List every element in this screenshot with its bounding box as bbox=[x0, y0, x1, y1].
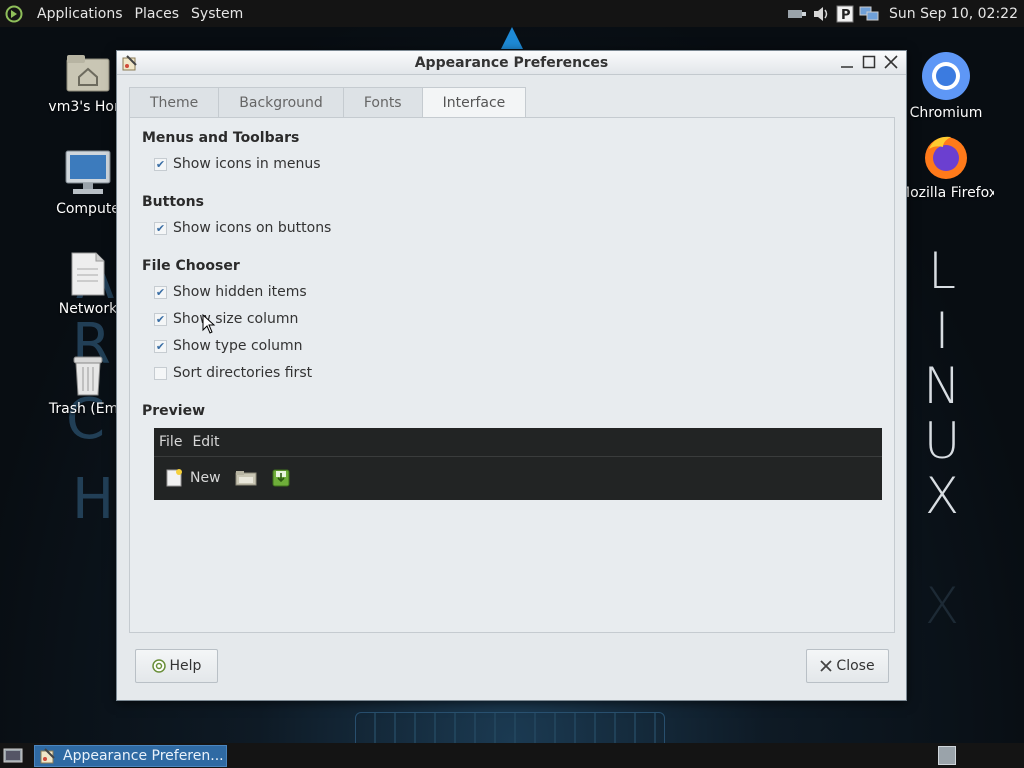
places-menu[interactable]: Places bbox=[129, 6, 186, 22]
window-controls bbox=[838, 52, 900, 72]
checkbox-show-icons-on-buttons[interactable]: ✔ Show icons on buttons bbox=[154, 220, 331, 236]
section-title-buttons: Buttons bbox=[142, 194, 204, 210]
appearance-app-icon bbox=[121, 54, 139, 72]
desktop-icon-label: Mozilla Firefox bbox=[898, 185, 994, 201]
checkbox-label: Show icons in menus bbox=[173, 156, 321, 172]
checkbox-checked-icon: ✔ bbox=[154, 157, 167, 171]
preview-toolbar: New bbox=[154, 457, 882, 499]
home-folder-icon bbox=[65, 51, 111, 95]
checkbox-checked-icon: ✔ bbox=[154, 312, 167, 326]
minimize-button[interactable] bbox=[838, 52, 856, 72]
arch-logo-peak bbox=[501, 27, 523, 49]
checkbox-show-hidden-items[interactable]: ✔ Show hidden items bbox=[154, 284, 307, 300]
desktop-icon-label: Chromium bbox=[909, 105, 983, 121]
distro-logo-icon[interactable] bbox=[5, 3, 27, 25]
workspace-switcher[interactable] bbox=[938, 746, 956, 765]
network-monitor-icon[interactable] bbox=[859, 5, 879, 23]
show-desktop-icon[interactable] bbox=[3, 746, 23, 764]
mouse-cursor-icon bbox=[202, 313, 216, 338]
help-button-label: Help bbox=[169, 658, 202, 674]
save-icon bbox=[271, 468, 291, 488]
help-icon bbox=[151, 659, 166, 673]
checkbox-label: Show hidden items bbox=[173, 284, 307, 300]
tab-interface[interactable]: Interface bbox=[421, 87, 527, 118]
desktop-icon-firefox[interactable]: Mozilla Firefox bbox=[898, 131, 994, 201]
maximize-button[interactable] bbox=[860, 52, 878, 72]
tab-fonts[interactable]: Fonts bbox=[342, 87, 423, 117]
tab-bar: Theme Background Fonts Interface bbox=[129, 87, 527, 118]
preview-save-button bbox=[271, 468, 291, 488]
preview-menu-edit: Edit bbox=[192, 434, 220, 450]
trash-icon bbox=[68, 353, 108, 397]
window-title: Appearance Preferences bbox=[414, 54, 609, 71]
desktop-icon-chromium[interactable]: Chromium bbox=[898, 51, 994, 121]
taskbar-appearance-preferences[interactable]: Appearance Preferen... bbox=[34, 744, 227, 767]
appearance-preferences-window: Appearance Preferences Theme Background … bbox=[116, 50, 907, 701]
wallpaper-keyboard bbox=[355, 712, 665, 743]
wallpaper-letter-n: N bbox=[923, 357, 961, 415]
section-title-preview: Preview bbox=[142, 403, 206, 419]
system-menu[interactable]: System bbox=[185, 6, 249, 22]
system-tray: P Sun Sep 10, 02:22 bbox=[787, 0, 1024, 27]
window-titlebar[interactable]: Appearance Preferences bbox=[117, 51, 906, 75]
checkbox-label: Show type column bbox=[173, 338, 303, 354]
clock[interactable]: Sun Sep 10, 02:22 bbox=[889, 6, 1018, 22]
taskbar-item-label: Appearance Preferen... bbox=[63, 747, 224, 764]
tab-theme[interactable]: Theme bbox=[129, 87, 220, 117]
preview-open-button bbox=[235, 469, 257, 487]
checkbox-show-type-column[interactable]: ✔ Show type column bbox=[154, 338, 303, 354]
preview-new-label: New bbox=[190, 470, 221, 486]
checkbox-checked-icon: ✔ bbox=[154, 339, 167, 353]
checkbox-label: Show icons on buttons bbox=[173, 220, 332, 236]
close-button-label: Close bbox=[836, 658, 875, 674]
chromium-icon bbox=[921, 51, 971, 101]
section-title-menus-toolbars: Menus and Toolbars bbox=[142, 130, 300, 146]
checkbox-label: Show size column bbox=[173, 311, 299, 327]
close-window-button[interactable] bbox=[882, 52, 900, 72]
new-document-icon bbox=[164, 468, 184, 488]
firefox-icon bbox=[921, 131, 971, 181]
checkbox-sort-directories-first[interactable]: Sort directories first bbox=[154, 365, 312, 381]
checkbox-checked-icon: ✔ bbox=[154, 285, 167, 299]
bottom-panel: Appearance Preferen... bbox=[0, 743, 1024, 768]
wallpaper-letter-x: X bbox=[924, 467, 960, 525]
section-title-file-chooser: File Chooser bbox=[142, 258, 240, 274]
network-wired-icon[interactable] bbox=[787, 5, 807, 23]
wallpaper-letter-u: U bbox=[923, 412, 961, 470]
wallpaper-letter-ghost: X bbox=[924, 577, 960, 635]
computer-icon bbox=[63, 149, 113, 197]
wallpaper-letter: H bbox=[72, 467, 115, 532]
volume-icon[interactable] bbox=[811, 5, 831, 23]
svg-text:P: P bbox=[841, 8, 851, 23]
checkbox-checked-icon: ✔ bbox=[154, 221, 167, 235]
wallpaper-letter-i: I bbox=[934, 302, 950, 360]
checkbox-show-icons-in-menus[interactable]: ✔ Show icons in menus bbox=[154, 156, 321, 172]
appearance-app-icon bbox=[39, 747, 57, 765]
preview-menu-file: File bbox=[159, 434, 183, 450]
tab-background[interactable]: Background bbox=[218, 87, 344, 117]
open-folder-icon bbox=[235, 469, 257, 487]
wallpaper-letter-l: L bbox=[928, 242, 956, 300]
interface-tab-panel: Menus and Toolbars ✔ Show icons in menus… bbox=[129, 117, 895, 633]
preview-menubar: File Edit bbox=[154, 428, 882, 457]
close-icon bbox=[820, 660, 833, 672]
close-button[interactable]: Close bbox=[806, 649, 889, 683]
help-button[interactable]: Help bbox=[135, 649, 218, 683]
checkbox-show-size-column[interactable]: ✔ Show size column bbox=[154, 311, 298, 327]
parking-p-icon[interactable]: P bbox=[835, 5, 855, 23]
checkbox-unchecked-icon bbox=[154, 366, 167, 380]
top-panel: Applications Places System P Sun Sep 10,… bbox=[0, 0, 1024, 27]
preview-new-button: New bbox=[164, 468, 221, 488]
preview-pane: File Edit New bbox=[154, 428, 882, 500]
applications-menu[interactable]: Applications bbox=[31, 6, 129, 22]
network-icon bbox=[68, 251, 108, 297]
checkbox-label: Sort directories first bbox=[173, 365, 313, 381]
